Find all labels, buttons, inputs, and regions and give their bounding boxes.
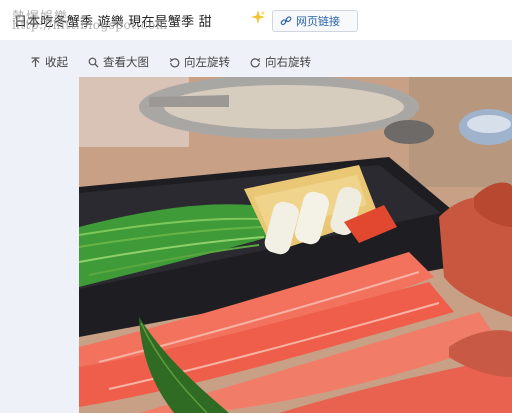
web-link-button[interactable]: 网页链接 <box>272 10 358 32</box>
image-viewer: 收起 查看大图 向左旋转 向右旋转 <box>0 40 512 413</box>
rotate-right-label: 向右旋转 <box>265 55 311 69</box>
rotate-right-button[interactable]: 向右旋转 <box>250 54 311 70</box>
image-toolbar: 收起 查看大图 向左旋转 向右旋转 <box>30 54 311 70</box>
view-large-label: 查看大图 <box>103 55 149 69</box>
watermark-url: http://hitt.blogspot.com <box>12 18 168 32</box>
rotate-left-label: 向左旋转 <box>184 55 230 69</box>
rotate-left-icon <box>169 57 180 67</box>
rotate-right-icon <box>250 57 261 67</box>
food-photo-illustration <box>79 77 512 413</box>
collapse-label: 收起 <box>45 55 68 69</box>
rotate-left-button[interactable]: 向左旋转 <box>169 54 230 70</box>
magnifier-icon <box>88 57 99 67</box>
view-large-button[interactable]: 查看大图 <box>88 54 149 70</box>
collapse-button[interactable]: 收起 <box>30 54 68 70</box>
web-link-label: 网页链接 <box>296 15 340 28</box>
sparkle-icon <box>251 10 266 24</box>
link-icon <box>280 16 292 26</box>
post-header: 日本吃冬蟹季 遊樂 現在是蟹季 甜 网页链接 熱爆娛樂 http://hitt.… <box>0 0 512 40</box>
post-photo[interactable] <box>79 77 512 413</box>
collapse-arrow-icon <box>31 56 40 67</box>
